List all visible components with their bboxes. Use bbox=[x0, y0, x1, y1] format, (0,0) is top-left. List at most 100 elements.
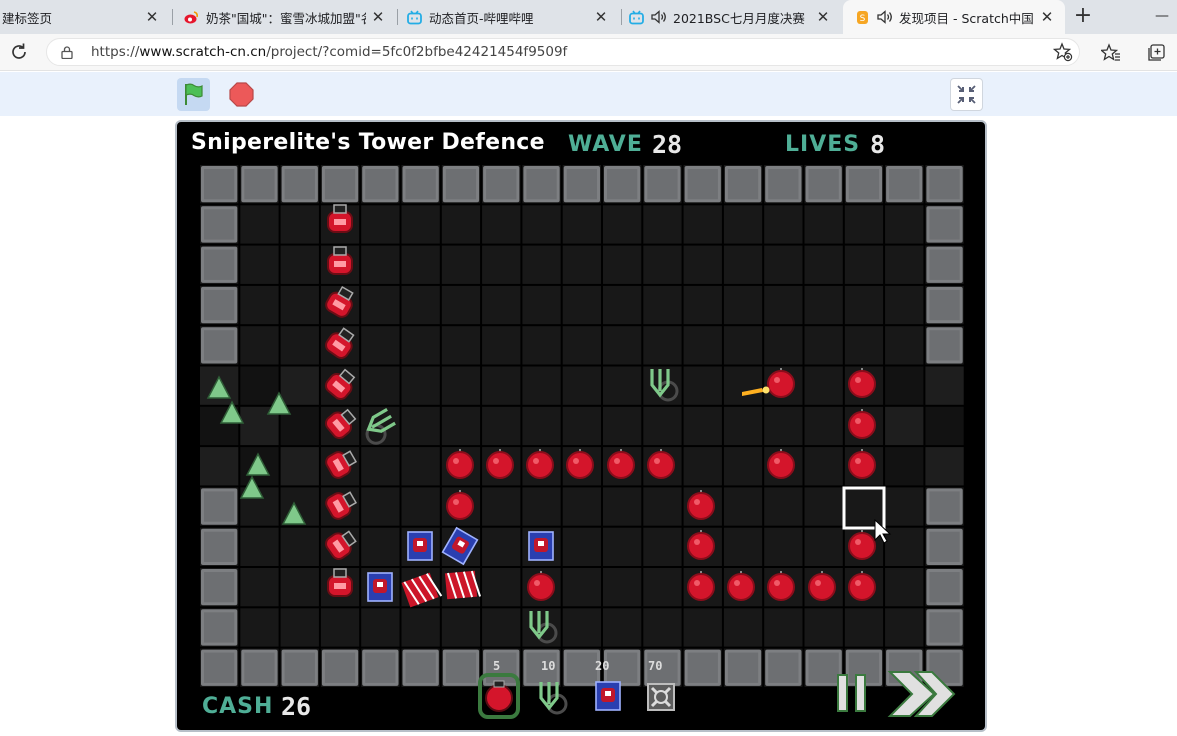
reload-icon[interactable] bbox=[8, 41, 30, 63]
wall-tile-inner bbox=[607, 169, 638, 200]
floor-tile bbox=[804, 487, 843, 526]
floor-tile bbox=[562, 205, 601, 244]
red-enemy bbox=[687, 492, 715, 520]
floor-tile bbox=[280, 326, 319, 365]
url-field[interactable]: https://www.scratch-cn.cn/project/?comid… bbox=[46, 38, 1080, 66]
wall-tile-inner bbox=[405, 169, 436, 200]
speaker-icon[interactable] bbox=[651, 10, 667, 24]
tab-new-tab[interactable]: 建标签页 ✕ bbox=[0, 0, 170, 34]
tab-scratch-discover[interactable]: S 发现项目 - Scratch中国 ✕ bbox=[843, 0, 1065, 34]
wall-tile-inner bbox=[204, 169, 235, 200]
floor-tile bbox=[522, 366, 561, 405]
floor-tile bbox=[280, 245, 319, 284]
floor-tile bbox=[885, 447, 924, 486]
floor-tile bbox=[562, 366, 601, 405]
floor-tile bbox=[723, 245, 763, 284]
new-tab-button[interactable]: + bbox=[1071, 3, 1095, 29]
tab-title: 发现项目 - Scratch中国 bbox=[899, 10, 1034, 26]
tab-bilibili-home[interactable]: 动态首页-哔哩哔哩 ✕ bbox=[399, 0, 619, 34]
floor-tile bbox=[643, 527, 682, 566]
green-flag-button[interactable] bbox=[177, 78, 210, 111]
floor-tile bbox=[401, 487, 440, 526]
blue-laser-tower bbox=[595, 681, 621, 711]
floor-tile bbox=[482, 245, 521, 284]
floor-tile bbox=[885, 326, 924, 365]
floor-tile bbox=[240, 205, 279, 244]
wall-tile-inner bbox=[445, 169, 477, 200]
minimize-button[interactable]: — bbox=[1150, 3, 1174, 29]
close-icon[interactable]: ✕ bbox=[1039, 8, 1055, 26]
tower-lens bbox=[605, 691, 611, 696]
floor-tile bbox=[683, 406, 722, 446]
floor-tile bbox=[764, 527, 803, 566]
wall-tile-inner bbox=[365, 169, 396, 200]
floor-tile bbox=[925, 447, 964, 486]
floor-tile bbox=[643, 568, 682, 607]
floor-tile bbox=[723, 406, 763, 446]
add-favorite-icon[interactable] bbox=[1053, 42, 1073, 62]
floor-tile bbox=[562, 406, 601, 446]
wall-tile-inner bbox=[324, 652, 356, 683]
stop-button[interactable] bbox=[225, 78, 258, 111]
floor-tile bbox=[522, 205, 561, 244]
tab-weibo[interactable]: 奶茶"国城"：蜜雪冰城加盟"名 ✕ bbox=[174, 0, 396, 34]
wall-tile-inner bbox=[808, 169, 839, 200]
floor-tile bbox=[723, 285, 763, 325]
wall-tile-inner bbox=[445, 652, 477, 683]
enemy-shine bbox=[533, 458, 539, 464]
red-enemy bbox=[848, 532, 876, 560]
close-icon[interactable]: ✕ bbox=[593, 8, 609, 26]
wall-tile-inner bbox=[284, 652, 315, 683]
floor-tile bbox=[482, 487, 521, 526]
floor-tile bbox=[562, 608, 601, 647]
wave-label: WAVE bbox=[568, 132, 643, 157]
floor-tile bbox=[401, 608, 440, 647]
floor-tile bbox=[683, 608, 722, 647]
floor-tile bbox=[885, 568, 924, 607]
close-icon[interactable]: ✕ bbox=[815, 8, 831, 26]
floor-tile bbox=[361, 245, 400, 284]
exit-fullscreen-icon bbox=[957, 85, 976, 104]
game-stage[interactable]: Sniperelite's Tower Defence WAVE 28 LIVE… bbox=[175, 120, 987, 732]
tower-lens bbox=[538, 541, 544, 546]
close-icon[interactable]: ✕ bbox=[370, 8, 386, 26]
wall-tile-inner bbox=[929, 289, 960, 321]
game-board[interactable] bbox=[177, 122, 985, 730]
enemy-shine bbox=[654, 458, 660, 464]
lock-icon[interactable] bbox=[61, 46, 73, 59]
floor-tile bbox=[603, 366, 642, 405]
enemy-shine bbox=[774, 377, 780, 383]
tower-cap bbox=[333, 246, 347, 256]
tower-lens bbox=[417, 541, 423, 546]
floor-tile bbox=[844, 487, 884, 526]
enemy-shine bbox=[774, 580, 780, 586]
floor-tile bbox=[562, 568, 601, 607]
wall-tile-inner bbox=[204, 249, 235, 280]
floor-tile bbox=[844, 326, 884, 365]
exit-fullscreen-button[interactable] bbox=[950, 78, 983, 111]
floor-tile bbox=[482, 608, 521, 647]
floor-tile bbox=[804, 366, 843, 405]
tower-cap bbox=[333, 204, 347, 214]
speaker-icon[interactable] bbox=[877, 10, 893, 24]
collections-icon[interactable] bbox=[1146, 43, 1166, 63]
floor-tile bbox=[804, 608, 843, 647]
floor-tile bbox=[764, 487, 803, 526]
enemy-shine bbox=[855, 418, 861, 424]
floor-tile bbox=[361, 326, 400, 365]
pause-bar-right bbox=[855, 674, 866, 712]
floor-tile bbox=[562, 527, 601, 566]
wall-tile-inner bbox=[566, 169, 597, 200]
wall-tile-inner bbox=[204, 652, 235, 683]
url-host: www.scratch-cn.cn bbox=[139, 44, 267, 60]
favorites-icon[interactable] bbox=[1101, 43, 1121, 63]
red-enemy bbox=[848, 411, 876, 439]
close-icon[interactable]: ✕ bbox=[144, 8, 160, 26]
floor-tile bbox=[683, 447, 722, 486]
floor-tile bbox=[441, 205, 481, 244]
lives-value: 8 bbox=[870, 130, 886, 159]
tab-bilibili-bsc[interactable]: 2021BSC七月月度决赛「 ✕ bbox=[623, 0, 841, 34]
lives-label: LIVES bbox=[785, 132, 861, 157]
enemy-shine bbox=[815, 580, 821, 586]
enemy-shine bbox=[694, 539, 700, 545]
